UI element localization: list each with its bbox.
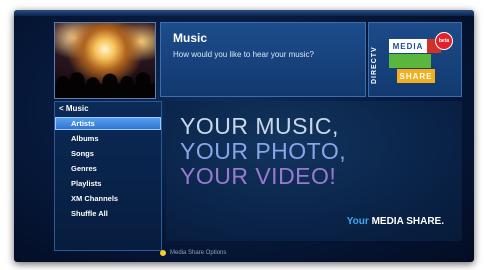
- promo-line-video: YOUR VIDEO!: [180, 163, 337, 189]
- promo-panel: YOUR MUSIC, YOUR PHOTO, YOUR VIDEO! Your…: [166, 101, 462, 241]
- menu-item-genres[interactable]: Genres: [55, 162, 161, 175]
- music-menu: < Music Artists Albums Songs Genres Play…: [54, 101, 162, 251]
- menu-list: Artists Albums Songs Genres Playlists XM…: [55, 117, 161, 222]
- yellow-button-icon: [160, 250, 166, 256]
- directv-logo-text: DIRECTV: [371, 46, 378, 84]
- footer-label: Media Share Options: [170, 250, 227, 256]
- media-share-logo: DIRECTV MEDIA SHARE beta: [368, 22, 462, 97]
- tagline-your: Your: [346, 216, 369, 227]
- logo-media-tile: MEDIA: [389, 39, 427, 53]
- promo-tagline: Your MEDIA SHARE.: [347, 216, 444, 227]
- menu-item-shuffle-all[interactable]: Shuffle All: [55, 207, 161, 220]
- page-title: Music: [173, 31, 208, 45]
- beta-badge: beta: [435, 32, 453, 50]
- header-panel: Music How would you like to hear your mu…: [160, 22, 366, 97]
- menu-item-albums[interactable]: Albums: [55, 132, 161, 145]
- media-share-options[interactable]: Media Share Options: [160, 248, 226, 258]
- menu-item-xm-channels[interactable]: XM Channels: [55, 192, 161, 205]
- breadcrumb[interactable]: < Music: [59, 104, 89, 113]
- menu-item-artists[interactable]: Artists: [55, 117, 161, 130]
- promo-line-photo: YOUR PHOTO,: [180, 138, 347, 164]
- tv-screen: Music How would you like to hear your mu…: [14, 10, 474, 262]
- menu-item-songs[interactable]: Songs: [55, 147, 161, 160]
- concert-crowd-silhouette: [55, 72, 155, 98]
- promo-line-music: YOUR MUSIC,: [180, 113, 339, 139]
- album-art-thumbnail: [54, 22, 156, 99]
- page-subtitle: How would you like to hear your music?: [173, 50, 314, 59]
- logo-green-tile: [389, 54, 431, 68]
- logo-share-tile: SHARE: [397, 69, 435, 83]
- tagline-media-share: MEDIA SHARE.: [371, 216, 444, 227]
- menu-item-playlists[interactable]: Playlists: [55, 177, 161, 190]
